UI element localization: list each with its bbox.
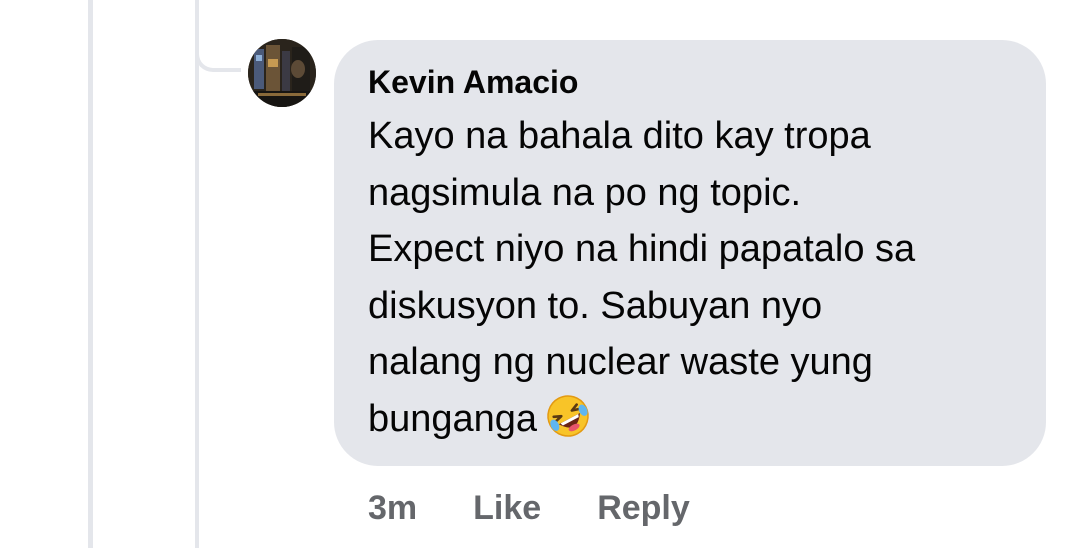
comment-author[interactable]: Kevin Amacio [368,62,1016,102]
reply-button[interactable]: Reply [597,489,690,528]
comment-line: Expect niyo na hindi papatalo sa [368,228,916,270]
thread-line-reply [195,0,199,548]
avatar-photo [248,39,316,107]
comment-line: nalang ng nuclear waste yung [368,341,873,383]
comment-thread: Kevin Amacio Kayo na bahala dito kay tro… [0,0,1080,548]
avatar[interactable] [248,39,316,107]
comment-line: bunganga [368,397,538,440]
comment-timestamp[interactable]: 3m [368,489,417,528]
comment-line: diskusyon to. Sabuyan nyo [368,284,823,327]
rolling-on-the-floor-laughing-icon [545,393,591,456]
comment-text: Kayo na bahala dito kay tropa nagsimula n… [368,108,1016,455]
comment-line: nagsimula na po ng topic. [368,171,802,214]
thread-reply-connector [195,0,241,72]
thread-line-parent [88,0,93,548]
comment-line: Kayo na bahala dito kay tropa [368,115,871,157]
comment-bubble: Kevin Amacio Kayo na bahala dito kay tro… [334,40,1046,466]
comment-actions: 3m Like Reply [368,486,690,530]
like-button[interactable]: Like [473,489,541,528]
